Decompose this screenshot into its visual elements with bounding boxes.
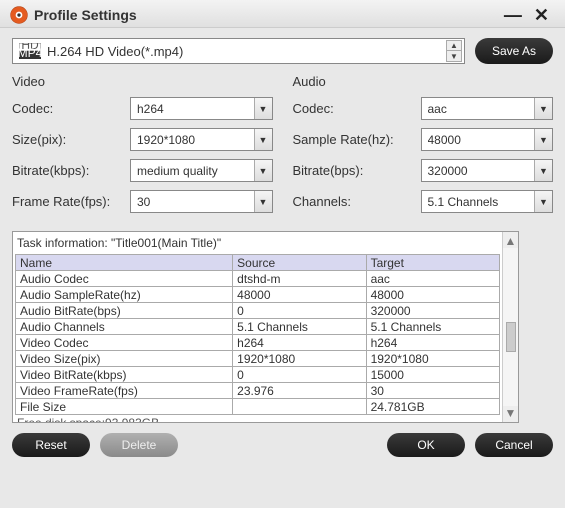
video-bitrate-select[interactable]: medium quality ▼ xyxy=(130,159,273,182)
delete-button: Delete xyxy=(100,433,178,457)
cancel-button[interactable]: Cancel xyxy=(475,433,553,457)
table-row: Audio Codecdtshd-maac xyxy=(16,271,500,287)
video-fps-select[interactable]: 30 ▼ xyxy=(130,190,273,213)
audio-bitrate-select[interactable]: 320000 ▼ xyxy=(421,159,554,182)
task-scrollbar[interactable]: ▲ ▼ xyxy=(502,232,518,422)
table-row: Video Size(pix)1920*10801920*1080 xyxy=(16,351,500,367)
video-bitrate-label: Bitrate(kbps): xyxy=(12,163,130,178)
table-row: Video BitRate(kbps)015000 xyxy=(16,367,500,383)
video-size-label: Size(pix): xyxy=(12,132,130,147)
chevron-down-icon[interactable]: ▼ xyxy=(534,191,552,212)
table-row: Audio BitRate(bps)0320000 xyxy=(16,303,500,319)
video-size-select[interactable]: 1920*1080 ▼ xyxy=(130,128,273,151)
video-codec-label: Codec: xyxy=(12,101,130,116)
chevron-down-icon[interactable]: ▼ xyxy=(254,98,272,119)
table-row: Video Codech264h264 xyxy=(16,335,500,351)
chevron-down-icon[interactable]: ▼ xyxy=(534,98,552,119)
audio-heading: Audio xyxy=(293,74,554,89)
scroll-thumb[interactable] xyxy=(506,322,516,352)
reset-button[interactable]: Reset xyxy=(12,433,90,457)
table-row: Video FrameRate(fps)23.97630 xyxy=(16,383,500,399)
col-target-header[interactable]: Target xyxy=(366,255,499,271)
video-codec-select[interactable]: h264 ▼ xyxy=(130,97,273,120)
chevron-down-icon[interactable]: ▼ xyxy=(254,191,272,212)
profile-name: H.264 HD Video(*.mp4) xyxy=(47,44,446,59)
video-group: Video Codec: h264 ▼ Size(pix): 1920*1080… xyxy=(12,74,273,221)
scroll-up-icon[interactable]: ▲ xyxy=(505,234,517,248)
chevron-down-icon[interactable]: ▼ xyxy=(534,160,552,181)
profile-spinner-icon[interactable]: ▲▼ xyxy=(446,40,462,62)
task-info-heading: Task information: "Title001(Main Title)" xyxy=(15,234,500,254)
free-disk-label: Free disk space:93.983GB xyxy=(15,415,500,422)
audio-group: Audio Codec: aac ▼ Sample Rate(hz): 4800… xyxy=(293,74,554,221)
app-logo-icon xyxy=(10,6,28,24)
svg-text:MP4: MP4 xyxy=(19,46,41,59)
chevron-down-icon[interactable]: ▼ xyxy=(254,129,272,150)
titlebar: Profile Settings — ✕ xyxy=(0,0,565,28)
profile-select[interactable]: HD MP4 H.264 HD Video(*.mp4) ▲▼ xyxy=(12,38,465,64)
save-as-button[interactable]: Save As xyxy=(475,38,553,64)
audio-channels-select[interactable]: 5.1 Channels ▼ xyxy=(421,190,554,213)
task-table: Name Source Target Audio Codecdtshd-maac… xyxy=(15,254,500,415)
audio-codec-select[interactable]: aac ▼ xyxy=(421,97,554,120)
chevron-down-icon[interactable]: ▼ xyxy=(254,160,272,181)
task-info-panel: Task information: "Title001(Main Title)"… xyxy=(12,231,519,423)
audio-codec-label: Codec: xyxy=(293,101,421,116)
video-fps-label: Frame Rate(fps): xyxy=(12,194,130,209)
table-row: Audio Channels5.1 Channels5.1 Channels xyxy=(16,319,500,335)
hd-mp4-icon: HD MP4 xyxy=(19,43,41,59)
table-row: Audio SampleRate(hz)4800048000 xyxy=(16,287,500,303)
nav-arrows xyxy=(523,231,553,423)
audio-bitrate-label: Bitrate(bps): xyxy=(293,163,421,178)
audio-channels-label: Channels: xyxy=(293,194,421,209)
video-heading: Video xyxy=(12,74,273,89)
scroll-down-icon[interactable]: ▼ xyxy=(505,406,517,420)
col-source-header[interactable]: Source xyxy=(233,255,366,271)
close-button[interactable]: ✕ xyxy=(528,8,555,22)
window-title: Profile Settings xyxy=(34,7,498,23)
minimize-button[interactable]: — xyxy=(498,8,528,22)
ok-button[interactable]: OK xyxy=(387,433,465,457)
chevron-down-icon[interactable]: ▼ xyxy=(534,129,552,150)
col-name-header[interactable]: Name xyxy=(16,255,233,271)
audio-samplerate-select[interactable]: 48000 ▼ xyxy=(421,128,554,151)
table-row: File Size24.781GB xyxy=(16,399,500,415)
audio-samplerate-label: Sample Rate(hz): xyxy=(293,132,421,147)
